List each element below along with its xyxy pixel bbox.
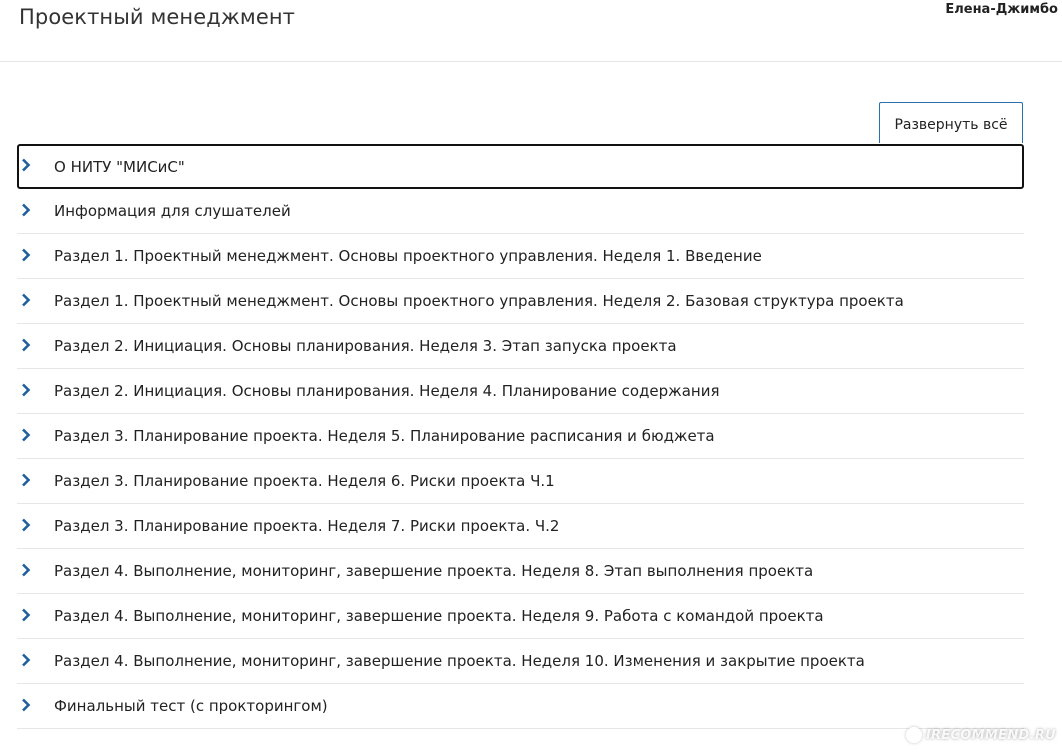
section-label: Раздел 4. Выполнение, мониторинг, заверш… bbox=[54, 607, 824, 625]
section-label: Раздел 4. Выполнение, мониторинг, заверш… bbox=[54, 562, 814, 580]
expand-all-button[interactable]: Развернуть всё bbox=[879, 102, 1023, 143]
section-label: Раздел 2. Инициация. Основы планирования… bbox=[54, 337, 677, 355]
chevron-right-icon bbox=[22, 428, 31, 442]
section-label: Раздел 3. Планирование проекта. Неделя 5… bbox=[54, 427, 715, 445]
section-item[interactable]: Раздел 3. Планирование проекта. Неделя 5… bbox=[17, 414, 1024, 459]
chevron-right-icon bbox=[22, 473, 31, 487]
chevron-right-icon bbox=[22, 248, 31, 262]
chevron-right-icon bbox=[22, 698, 31, 712]
section-item[interactable]: Раздел 2. Инициация. Основы планирования… bbox=[17, 369, 1024, 414]
user-name[interactable]: Елена-Джимбо bbox=[945, 2, 1058, 17]
course-outline-page: Проектный менеджмент Елена-Джимбо Развер… bbox=[0, 0, 1062, 755]
watermark-logo-icon bbox=[905, 727, 922, 743]
chevron-right-icon bbox=[22, 338, 31, 352]
section-item[interactable]: Раздел 4. Выполнение, мониторинг, заверш… bbox=[17, 594, 1024, 639]
page-title: Проектный менеджмент bbox=[19, 5, 296, 29]
chevron-right-icon bbox=[22, 383, 31, 397]
watermark-text: IRECOMMEND.RU bbox=[925, 727, 1056, 743]
section-item[interactable]: Раздел 4. Выполнение, мониторинг, заверш… bbox=[17, 639, 1024, 684]
chevron-right-icon bbox=[22, 293, 31, 307]
section-item[interactable]: О НИТУ "МИСиС" bbox=[17, 144, 1024, 189]
section-label: Раздел 1. Проектный менеджмент. Основы п… bbox=[54, 247, 762, 265]
section-item[interactable]: Раздел 2. Инициация. Основы планирования… bbox=[17, 324, 1024, 369]
chevron-right-icon bbox=[22, 563, 31, 577]
section-item[interactable]: Информация для слушателей bbox=[17, 189, 1024, 234]
section-item[interactable]: Раздел 3. Планирование проекта. Неделя 7… bbox=[17, 504, 1024, 549]
section-list: О НИТУ "МИСиС" Информация для слушателей Р… bbox=[17, 144, 1024, 729]
section-label: Раздел 2. Инициация. Основы планирования… bbox=[54, 382, 720, 400]
section-item[interactable]: Финальный тест (с прокторингом) bbox=[17, 684, 1024, 729]
section-item[interactable]: Раздел 3. Планирование проекта. Неделя 6… bbox=[17, 459, 1024, 504]
section-label: Раздел 1. Проектный менеджмент. Основы п… bbox=[54, 292, 904, 310]
section-label: Раздел 3. Планирование проекта. Неделя 7… bbox=[54, 517, 560, 535]
chevron-right-icon bbox=[22, 608, 31, 622]
section-item[interactable]: Раздел 1. Проектный менеджмент. Основы п… bbox=[17, 234, 1024, 279]
section-item[interactable]: Раздел 4. Выполнение, мониторинг, заверш… bbox=[17, 549, 1024, 594]
chevron-right-icon bbox=[22, 653, 31, 667]
section-label: Раздел 3. Планирование проекта. Неделя 6… bbox=[54, 472, 555, 490]
section-label: Информация для слушателей bbox=[54, 202, 291, 220]
chevron-right-icon bbox=[22, 158, 31, 171]
section-label: Финальный тест (с прокторингом) bbox=[54, 697, 328, 715]
section-label: Раздел 4. Выполнение, мониторинг, заверш… bbox=[54, 652, 865, 670]
chevron-right-icon bbox=[22, 518, 31, 532]
section-label: О НИТУ "МИСиС" bbox=[54, 157, 185, 176]
watermark: IRECOMMEND.RU bbox=[905, 727, 1056, 743]
chevron-right-icon bbox=[22, 203, 31, 217]
section-item[interactable]: Раздел 1. Проектный менеджмент. Основы п… bbox=[17, 279, 1024, 324]
page-header: Проектный менеджмент Елена-Джимбо bbox=[0, 0, 1062, 62]
